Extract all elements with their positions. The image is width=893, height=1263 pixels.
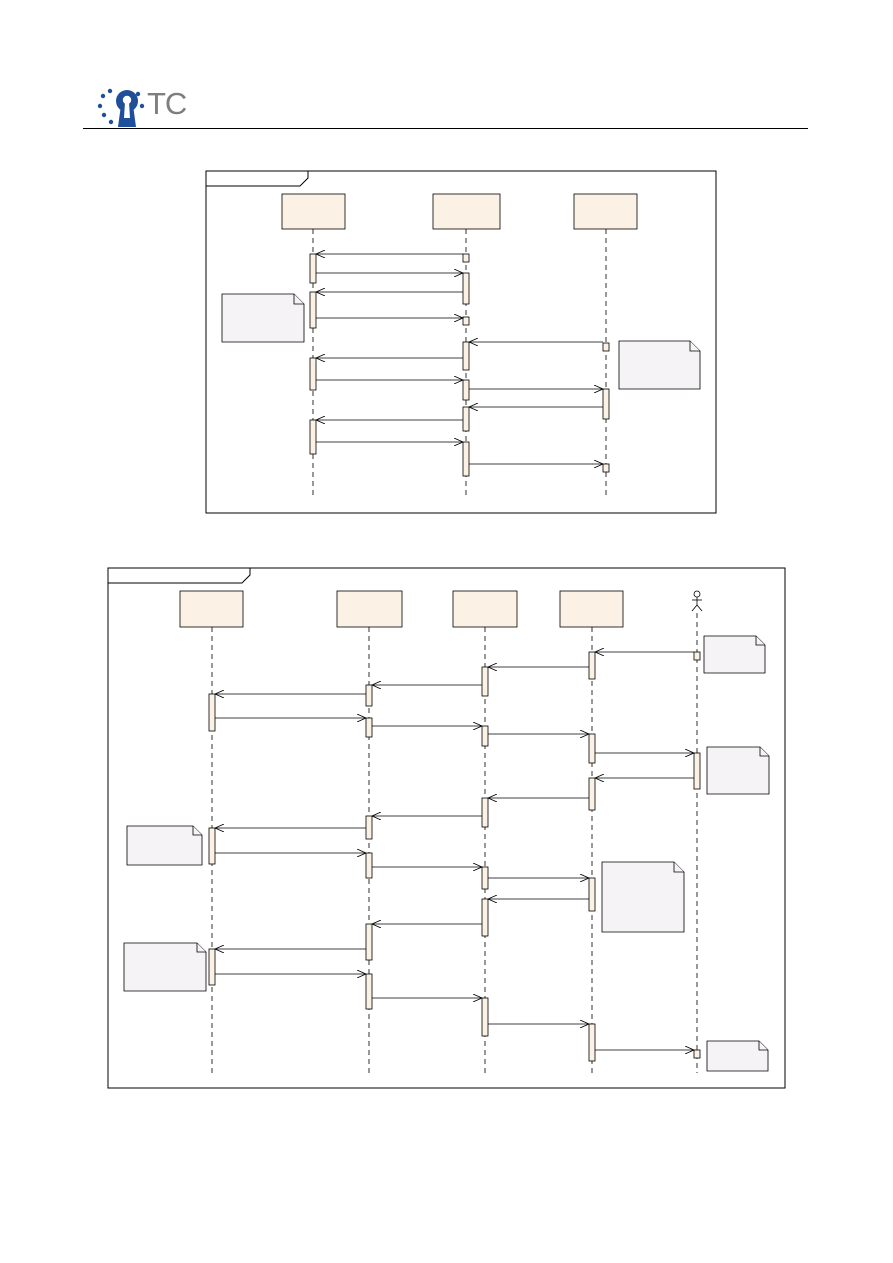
- activation-bar: [602, 463, 610, 473]
- activation-bar: [462, 316, 470, 326]
- activation-bar: [462, 406, 470, 432]
- lifeline-box: [452, 590, 518, 628]
- activation-bar: [365, 973, 373, 1010]
- activation-bar: [365, 923, 373, 961]
- activation-bar: [462, 272, 470, 305]
- activation-bar: [462, 341, 470, 371]
- activation-bar: [309, 419, 317, 455]
- activation-bar: [588, 733, 596, 764]
- activation-bar: [588, 651, 596, 680]
- note: [126, 825, 203, 866]
- activation-bar: [481, 725, 489, 747]
- note: [618, 340, 701, 390]
- frame-tab: [107, 567, 251, 584]
- activation-bar: [462, 253, 470, 263]
- activation-bar: [481, 666, 489, 697]
- activation-bar: [365, 852, 373, 879]
- frame-tab: [205, 170, 309, 187]
- lifeline-box: [432, 193, 501, 230]
- note: [221, 293, 305, 343]
- activation-bar: [309, 253, 317, 284]
- sequence-diagram-1: [205, 170, 717, 514]
- activation-bar: [309, 357, 317, 391]
- activation-bar: [365, 717, 373, 738]
- activation-bar: [462, 379, 470, 401]
- activation-bar: [693, 752, 701, 790]
- lifeline-box: [281, 193, 346, 230]
- activation-bar: [208, 948, 216, 986]
- note: [601, 861, 685, 933]
- activation-bar: [693, 1049, 701, 1059]
- activation-bar: [602, 388, 610, 420]
- lifeline-box: [179, 590, 244, 628]
- activation-bar: [208, 827, 216, 865]
- activation-bar: [208, 693, 216, 732]
- activation-bar: [602, 342, 610, 352]
- lifeline-box: [559, 590, 624, 628]
- activation-bar: [588, 1023, 596, 1062]
- sequence-diagrams: [107, 170, 786, 1089]
- activation-bar: [481, 898, 489, 937]
- activation-bar: [309, 291, 317, 329]
- lifeline-box: [336, 590, 403, 628]
- activation-bar: [481, 797, 489, 828]
- activation-bar: [588, 877, 596, 912]
- activation-bar: [365, 815, 373, 840]
- note: [123, 942, 207, 992]
- activation-bar: [588, 777, 596, 811]
- lifeline-box: [573, 193, 638, 230]
- activation-bar: [481, 997, 489, 1037]
- sequence-diagram-2: [107, 567, 786, 1089]
- activation-bar: [462, 441, 470, 477]
- activation-bar: [693, 651, 701, 661]
- activation-bar: [481, 866, 489, 890]
- activation-bar: [365, 684, 373, 707]
